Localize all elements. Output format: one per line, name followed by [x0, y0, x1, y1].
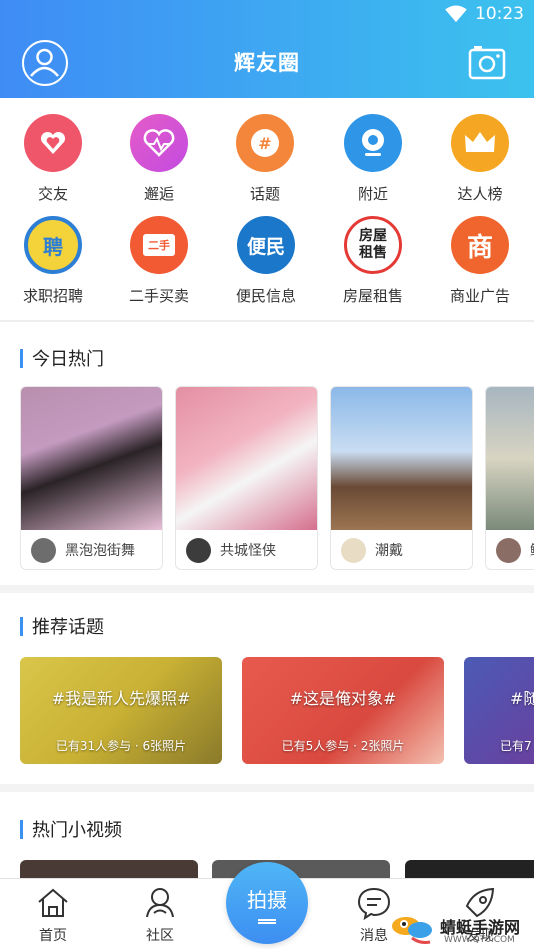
grid-item-label: 达人榜	[457, 185, 503, 203]
grid-item-ads[interactable]: 商 商业广告	[427, 216, 533, 306]
hot-photo	[21, 387, 162, 530]
grid-item-nearby[interactable]: 附近	[320, 114, 426, 204]
topic-card[interactable]: #随 已有7	[464, 657, 534, 764]
topic-card[interactable]: #这是俺对象# 已有5人参与 · 2张照片	[242, 657, 444, 764]
grid-item-label: 便民信息	[235, 287, 296, 305]
hot-user-name: 潮戴	[375, 543, 403, 559]
heartbeat-icon	[130, 114, 188, 172]
tab-community-label: 社区	[146, 928, 174, 944]
tab-home-label: 首页	[39, 928, 67, 944]
grid-item-label: 交友	[37, 185, 68, 203]
feature-grid: 交友 邂逅 # 话题 附近 达人榜 聘 求职招聘 二手 二手买卖 便民 便民信息…	[0, 98, 534, 322]
topic-title: #随	[510, 689, 534, 708]
section-title: 推荐话题	[32, 617, 104, 638]
chat-bubble-icon	[357, 887, 391, 921]
status-time: 10:23	[475, 4, 524, 24]
topic-meta: 已有7	[500, 739, 532, 753]
watermark-url: WWW.QT6.COM	[444, 935, 515, 945]
grid-item-label: 房屋租售	[342, 287, 403, 305]
hot-card[interactable]: 鲸	[485, 386, 534, 570]
shoot-label: 拍摄	[247, 888, 287, 912]
section-title: 热门小视频	[32, 820, 122, 841]
grid-item-ranking[interactable]: 达人榜	[427, 114, 533, 204]
grid-item-topics[interactable]: # 话题	[212, 114, 318, 204]
grid-item-label: 求职招聘	[22, 287, 83, 305]
page-title: 辉友圈	[234, 51, 300, 75]
topic-meta: 已有31人参与 · 6张照片	[55, 739, 187, 753]
house-rent-icon: 房屋租售	[344, 216, 402, 274]
divider	[0, 585, 534, 593]
section-hot-videos: 热门小视频	[20, 816, 122, 842]
webcam-icon	[344, 114, 402, 172]
tab-community[interactable]: 社区	[130, 885, 190, 945]
hot-card[interactable]: 共城怪侠	[175, 386, 318, 570]
wifi-icon	[445, 5, 467, 23]
hot-photo	[486, 387, 534, 530]
hashtag-icon: #	[236, 114, 294, 172]
home-icon	[38, 888, 68, 917]
divider	[0, 784, 534, 792]
tab-home[interactable]: 首页	[23, 885, 83, 945]
shop-icon: 商	[451, 216, 509, 274]
grid-item-label: 二手买卖	[128, 287, 189, 305]
hire-badge-icon: 聘	[24, 216, 82, 274]
grid-item-housing[interactable]: 房屋租售 房屋租售	[320, 216, 426, 306]
grid-item-label: 附近	[357, 185, 388, 203]
grid-item-label: 邂逅	[143, 185, 174, 203]
hot-photo	[176, 387, 317, 530]
hot-card[interactable]: 黑泡泡街舞	[20, 386, 163, 570]
app-header: 10:23 辉友圈	[0, 0, 534, 98]
secondhand-tag-icon: 二手	[130, 216, 188, 274]
avatar	[186, 537, 211, 563]
camera-icon[interactable]	[468, 44, 506, 80]
site-watermark: 蜻蜓手游网 WWW.QT6.COM	[390, 908, 530, 948]
section-title: 今日热门	[32, 349, 104, 370]
grid-item-secondhand[interactable]: 二手 二手买卖	[106, 216, 212, 306]
divider	[0, 320, 534, 322]
hot-user-name: 鲸	[530, 540, 534, 560]
hot-card[interactable]: 潮戴	[330, 386, 473, 570]
hot-user-name: 共城怪侠	[220, 543, 276, 559]
topic-card[interactable]: #我是新人先爆照# 已有31人参与 · 6张照片	[20, 657, 222, 764]
section-today-hot: 今日热门	[20, 345, 104, 371]
grid-item-convenience[interactable]: 便民 便民信息	[213, 216, 319, 306]
grid-item-jobs[interactable]: 聘 求职招聘	[0, 216, 106, 306]
avatar	[496, 537, 521, 563]
video-thumbnail[interactable]	[20, 860, 198, 880]
topic-title: #这是俺对象#	[289, 689, 397, 708]
crown-icon	[451, 114, 509, 172]
video-thumbnail[interactable]	[405, 860, 534, 880]
community-icon	[146, 888, 174, 918]
heart-icon	[24, 114, 82, 172]
grid-item-label: 话题	[249, 185, 280, 203]
avatar	[31, 537, 56, 563]
grid-item-encounter[interactable]: 邂逅	[106, 114, 212, 204]
section-recommended-topics: 推荐话题	[20, 613, 104, 639]
status-bar: 10:23	[445, 4, 524, 24]
grid-item-label: 商业广告	[449, 287, 510, 305]
shoot-button[interactable]: 拍摄	[226, 862, 308, 944]
hot-photo	[331, 387, 472, 530]
topic-meta: 已有5人参与 · 2张照片	[281, 739, 405, 753]
topic-title: #我是新人先爆照#	[51, 689, 191, 708]
menu-lines-icon	[258, 919, 276, 924]
hot-user-name: 黑泡泡街舞	[65, 543, 135, 559]
dragonfly-logo-icon	[392, 917, 432, 944]
svg-text:#: #	[258, 134, 271, 153]
avatar	[341, 537, 366, 563]
convenience-icon: 便民	[237, 216, 295, 274]
grid-item-friends[interactable]: 交友	[0, 114, 106, 204]
